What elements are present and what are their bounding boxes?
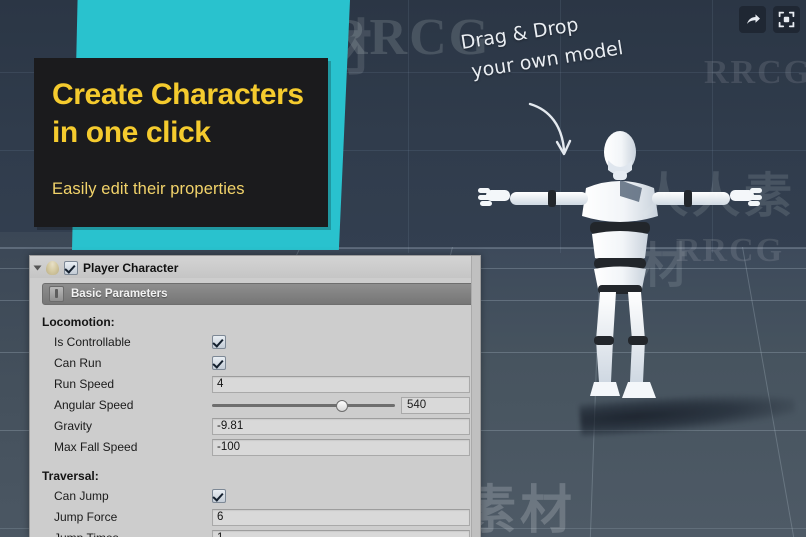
promo-title-line2: in one click — [52, 116, 211, 149]
label-angular-speed: Angular Speed — [54, 398, 134, 412]
input-max-fall-speed[interactable]: -100 — [212, 438, 470, 456]
slider-track — [212, 403, 395, 407]
inspector-body: Locomotion: Is Controllable Can Run Run … — [30, 305, 480, 537]
label-run-speed: Run Speed — [54, 377, 115, 391]
checkbox-can-run[interactable] — [212, 356, 226, 370]
inspector-scrollbar[interactable] — [471, 256, 480, 537]
sky-gridline — [408, 0, 409, 253]
field-row-run-speed[interactable]: Run Speed 4 — [42, 374, 470, 394]
character-component-icon — [46, 261, 59, 275]
inspector-panel[interactable]: Player Character Basic Parameters Locomo… — [29, 255, 481, 537]
field-row-jump-force[interactable]: Jump Force 6 — [42, 507, 470, 527]
input-gravity[interactable]: -9.81 — [212, 417, 470, 435]
basic-parameters-header[interactable]: Basic Parameters — [42, 283, 474, 305]
fullscreen-button[interactable] — [773, 6, 800, 33]
component-name: Player Character — [83, 261, 179, 275]
share-arrow-icon — [746, 13, 760, 24]
label-jump-times: Jump Times — [42, 531, 212, 537]
promo-card: Create Characters in one click Easily ed… — [34, 58, 328, 227]
character-model[interactable] — [470, 130, 770, 430]
foldout-triangle-icon[interactable] — [33, 265, 42, 271]
checkbox-is-controllable[interactable] — [212, 335, 226, 349]
field-row-gravity[interactable]: Gravity -9.81 — [42, 416, 470, 436]
input-jump-force[interactable]: 6 — [212, 508, 470, 526]
field-row-max-fall-speed[interactable]: Max Fall Speed -100 — [42, 437, 470, 457]
promo-title-line1: Create Characters — [52, 78, 304, 111]
slider-handle[interactable] — [336, 400, 349, 412]
component-header[interactable]: Player Character — [30, 256, 480, 278]
field-row-is-controllable[interactable]: Is Controllable — [42, 332, 470, 352]
label-is-controllable: Is Controllable — [54, 335, 131, 349]
input-jump-times[interactable]: 1 — [212, 529, 470, 537]
label-max-fall-speed: Max Fall Speed — [54, 440, 138, 454]
field-row-can-jump[interactable]: Can Jump — [42, 486, 470, 506]
basic-parameters-label: Basic Parameters — [71, 288, 168, 300]
parameters-icon — [49, 286, 64, 302]
fullscreen-expand-icon — [778, 11, 795, 28]
viewport-toolbar — [739, 6, 800, 33]
label-can-jump: Can Jump — [54, 489, 109, 503]
input-run-speed[interactable]: 4 — [212, 375, 470, 393]
section-title-locomotion: Locomotion: — [42, 315, 115, 329]
screenshot-root: RRCG RRCG RRCG RRCG RRCG 人人素材 人人素材 人人素材 … — [0, 0, 806, 537]
checkbox-can-jump[interactable] — [212, 489, 226, 503]
field-row-jump-times[interactable]: Jump Times 1 — [42, 528, 470, 537]
input-angular-speed[interactable]: 540 — [401, 396, 470, 414]
field-row-can-run[interactable]: Can Run — [42, 353, 470, 373]
label-jump-force: Jump Force — [54, 510, 118, 524]
promo-title: Create Characters in one click — [34, 58, 328, 152]
curved-down-arrow-icon — [528, 102, 572, 156]
label-can-run: Can Run — [54, 356, 102, 370]
slider-angular-speed[interactable] — [212, 398, 395, 412]
share-button[interactable] — [739, 6, 766, 33]
field-row-angular-speed[interactable]: Angular Speed 540 — [42, 395, 470, 415]
component-enabled-checkbox[interactable] — [64, 261, 78, 275]
section-title-traversal: Traversal: — [42, 469, 99, 483]
label-gravity: Gravity — [54, 419, 93, 433]
promo-subtitle: Easily edit their properties — [52, 180, 245, 198]
